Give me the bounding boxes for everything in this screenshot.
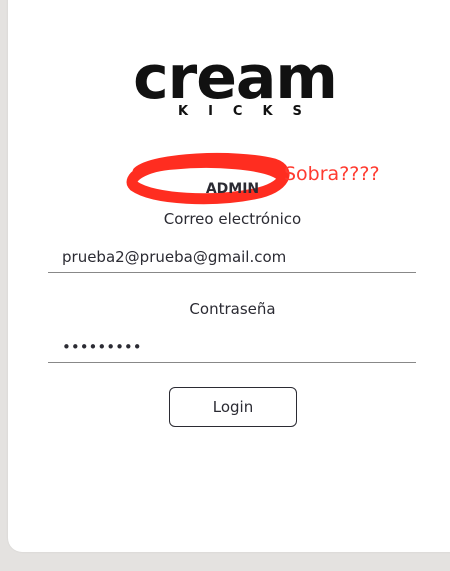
password-field[interactable] [48,331,416,363]
password-label: Contraseña [189,300,276,318]
login-button[interactable]: Login [169,387,297,427]
red-scribble-mark [126,153,290,205]
email-label: Correo electrónico [163,210,302,228]
email-field[interactable] [48,241,416,273]
role-label: ADMIN [205,181,260,197]
brand-tagline: KICKS [178,104,322,119]
